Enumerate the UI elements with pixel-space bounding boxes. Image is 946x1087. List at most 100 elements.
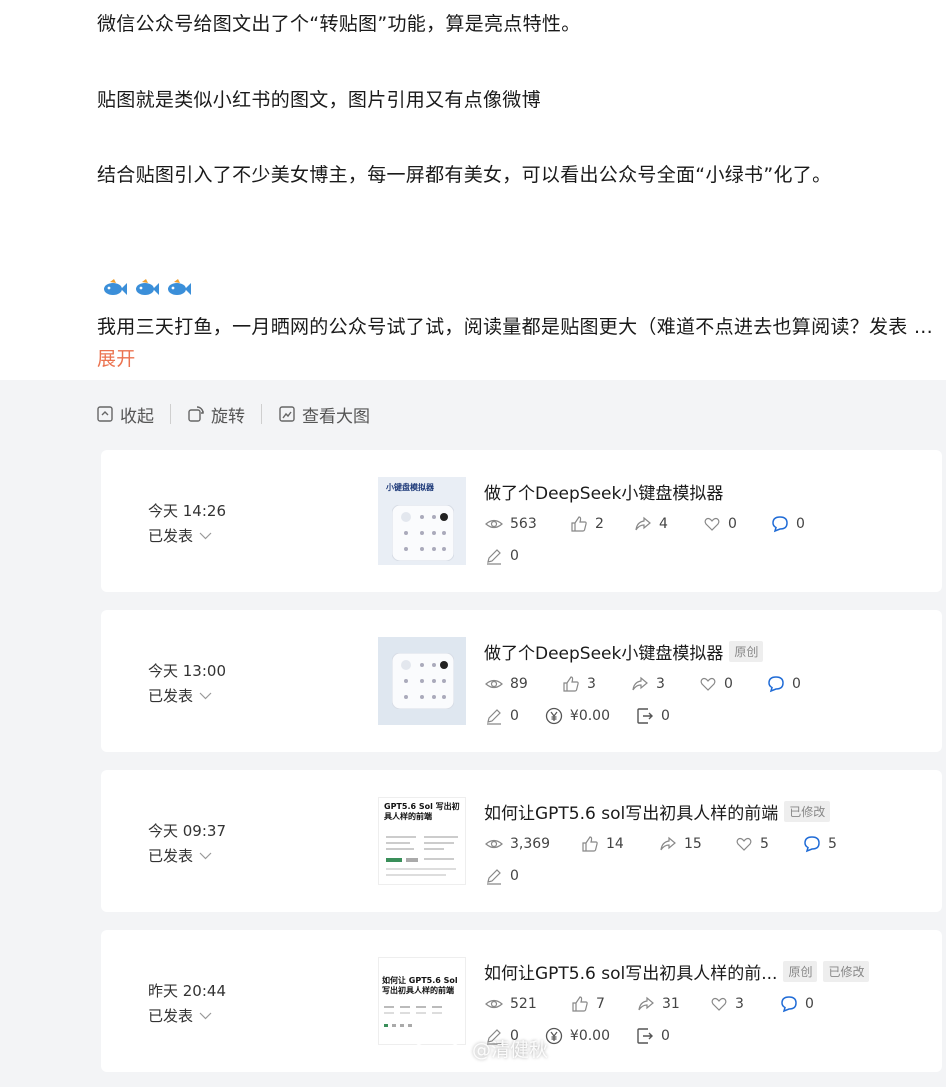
article-title[interactable]: 做了个DeepSeek小键盘模拟器 (484, 479, 723, 504)
likes-count: 7 (596, 996, 605, 1012)
keypad-illustration-icon (392, 505, 454, 561)
favorites-stat: 0 (699, 675, 767, 693)
collapse-icon (97, 406, 113, 422)
shares-stat: 15 (659, 835, 735, 853)
toolbar-divider (170, 404, 171, 424)
views-count: 89 (510, 676, 528, 692)
article-thumbnail[interactable]: 如何让 GPT5.6 Sol 写出初具人样的前端 (378, 957, 466, 1045)
post-paragraph-4-text: 我用三天打鱼，一月晒网的公众号试了试，阅读量都是贴图更大（难道不点进去也算阅读？… (97, 316, 933, 338)
shares-stat: 4 (634, 515, 703, 533)
thumbnail-caption: GPT5.6 Sol 写出初具人样的前端 (384, 802, 460, 821)
share-icon (635, 516, 651, 531)
likes-count: 2 (595, 516, 604, 532)
publish-status: 已发表 (148, 1007, 194, 1025)
comments-stat: 0 (780, 995, 814, 1013)
fish-emoji-icon (136, 279, 159, 295)
article-stats: 563 2 4 0 0 (485, 515, 805, 533)
views-count: 563 (510, 516, 537, 532)
article-card[interactable]: 今天 09:37 已发表 GPT5.6 Sol 写出初具人样的前端 如何让GPT… (101, 770, 942, 912)
edits-stat: 0 (485, 547, 519, 565)
publish-time: 今天 13:00 (148, 662, 226, 680)
rotate-icon (188, 406, 204, 422)
article-thumbnail[interactable]: GPT5.6 Sol 写出初具人样的前端 (378, 797, 466, 885)
eye-icon (485, 839, 503, 849)
publish-status-dropdown[interactable]: 已发表 (148, 1005, 212, 1026)
shares-count: 31 (662, 996, 680, 1012)
collapse-button[interactable]: 收起 (96, 402, 154, 427)
comments-count: 0 (805, 996, 814, 1012)
comment-icon (772, 516, 788, 533)
article-thumbnail[interactable]: 小键盘模拟器 (378, 477, 466, 565)
edits-count: 0 (510, 868, 519, 884)
favorites-count: 0 (728, 516, 737, 532)
views-stat: 3,369 (485, 835, 581, 853)
publish-time: 今天 14:26 (148, 502, 226, 520)
watermark-text: @清健秋 (472, 1038, 549, 1061)
heart-icon (736, 837, 752, 851)
modified-tag: 已修改 (784, 801, 831, 822)
article-card[interactable]: 今天 14:26 已发表 小键盘模拟器 做了个DeepSeek小键盘模拟器 56… (101, 450, 942, 592)
chevron-down-icon (199, 1012, 212, 1019)
pencil-icon (487, 869, 501, 885)
article-thumbnail[interactable] (378, 637, 466, 725)
publish-status-dropdown[interactable]: 已发表 (148, 525, 212, 546)
collapse-label: 收起 (120, 406, 154, 427)
thumbs-up-icon (572, 996, 588, 1012)
view-large-button[interactable]: 查看大图 (278, 402, 370, 427)
favorites-stat: 0 (703, 515, 771, 533)
comments-count: 5 (828, 836, 837, 852)
article-title[interactable]: 如何让GPT5.6 sol写出初具人样的前... (484, 959, 777, 984)
forward-stat: 0 (636, 1027, 670, 1045)
publish-status-dropdown[interactable]: 已发表 (148, 685, 212, 706)
heart-icon (704, 517, 720, 531)
post-paragraph-4: 我用三天打鱼，一月晒网的公众号试了试，阅读量都是贴图更大（难道不点进去也算阅读？… (97, 311, 942, 375)
edits-stat: 0 (485, 707, 519, 725)
yen-icon (545, 707, 563, 725)
forward-icon (637, 1028, 654, 1044)
reward-amount: ¥0.00 (569, 708, 611, 724)
likes-count: 14 (606, 836, 624, 852)
shares-count: 3 (656, 676, 665, 692)
heart-icon (700, 677, 716, 691)
article-stats-secondary: 0 ¥0.00 0 (485, 707, 670, 725)
forward-count: 0 (661, 708, 670, 724)
rotate-button[interactable]: 旋转 (187, 402, 245, 427)
comments-count: 0 (796, 516, 805, 532)
edits-stat: 0 (485, 867, 519, 885)
likes-stat: 7 (571, 995, 637, 1013)
chevron-down-icon (199, 692, 212, 699)
article-title[interactable]: 如何让GPT5.6 sol写出初具人样的前端 (484, 799, 778, 824)
thumbnail-caption: 如何让 GPT5.6 Sol 写出初具人样的前端 (382, 976, 458, 995)
fish-emoji-icon (168, 279, 191, 295)
reward-stat: ¥0.00 (545, 707, 610, 725)
article-card[interactable]: 今天 13:00 已发表 做了个DeepSeek小键盘模拟器 原创 89 3 3… (101, 610, 942, 752)
forward-icon (637, 708, 654, 724)
emoji-row (101, 278, 191, 298)
comment-icon (781, 996, 797, 1013)
publish-status-dropdown[interactable]: 已发表 (148, 845, 212, 866)
article-stats-secondary: 0 (485, 547, 519, 565)
views-count: 3,369 (510, 836, 551, 852)
shares-count: 15 (684, 836, 702, 852)
share-icon (660, 836, 676, 851)
comment-icon (804, 836, 820, 853)
view-large-icon (279, 406, 295, 422)
weibo-logo-icon (414, 1039, 460, 1061)
shares-stat: 31 (637, 995, 710, 1013)
expand-link[interactable]: 展开 (97, 348, 136, 370)
heart-icon (711, 997, 727, 1011)
forward-stat: 0 (636, 707, 670, 725)
original-tag: 原创 (783, 961, 818, 982)
fish-emoji-icon (104, 279, 127, 295)
modified-tag: 已修改 (823, 961, 870, 982)
article-title[interactable]: 做了个DeepSeek小键盘模拟器 (484, 639, 723, 664)
screenshot-preview-icon (384, 832, 462, 882)
share-icon (632, 676, 648, 691)
favorites-count: 3 (735, 996, 744, 1012)
shares-stat: 3 (631, 675, 699, 693)
article-stats: 521 7 31 3 0 (485, 995, 814, 1013)
original-tag: 原创 (729, 641, 764, 662)
comments-stat: 0 (771, 515, 805, 533)
post-paragraph-2: 贴图就是类似小红书的图文，图片引用又有点像微博 (97, 89, 541, 111)
likes-stat: 3 (562, 675, 631, 693)
